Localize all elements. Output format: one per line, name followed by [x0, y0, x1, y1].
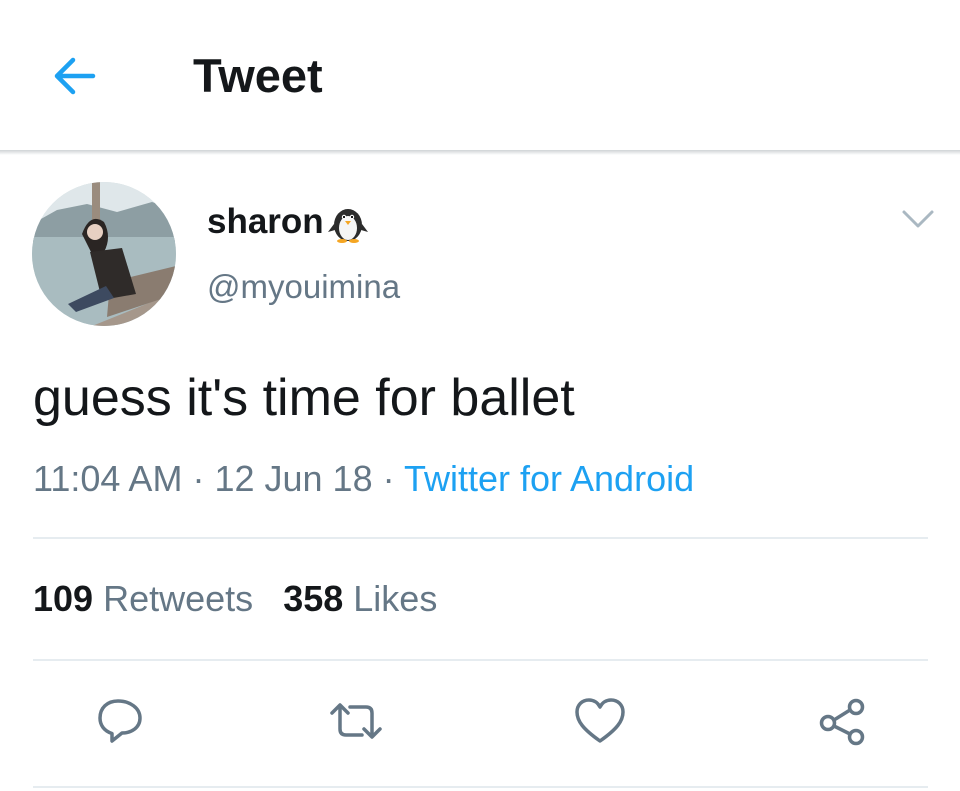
chevron-down-icon — [902, 210, 934, 228]
reply-button[interactable] — [92, 693, 148, 749]
reply-icon — [98, 699, 142, 743]
retweets-count: 109 — [33, 578, 94, 619]
likes-stat[interactable]: 358 Likes — [283, 578, 437, 619]
divider — [33, 786, 928, 788]
author-name-text: sharon — [207, 202, 324, 241]
tweet-text: guess it's time for ballet — [33, 369, 575, 427]
more-options-button[interactable] — [898, 204, 938, 234]
retweet-icon — [330, 703, 382, 739]
retweets-label: Retweets — [103, 578, 254, 619]
divider — [33, 537, 928, 539]
header-divider — [0, 150, 960, 155]
like-icon — [575, 698, 625, 743]
likes-label: Likes — [353, 578, 438, 619]
page-title: Tweet — [193, 49, 323, 102]
divider — [33, 659, 928, 661]
back-arrow-icon — [54, 57, 96, 95]
tweet-time: 11:04 AM — [33, 458, 183, 499]
meta-separator: · — [192, 458, 205, 499]
author-name[interactable]: sharon — [207, 200, 370, 244]
penguin-emoji — [327, 209, 368, 243]
author-handle[interactable]: @myouimina — [207, 268, 400, 306]
app-header: Tweet — [0, 0, 960, 150]
share-button[interactable] — [814, 693, 870, 749]
avatar[interactable] — [32, 182, 176, 326]
back-button[interactable] — [48, 50, 100, 102]
meta-separator: · — [382, 458, 395, 499]
tweet-meta: 11:04 AM · 12 Jun 18 · Twitter for Andro… — [33, 458, 694, 500]
tweet-stats: 109 Retweets 358 Likes — [33, 578, 437, 620]
avatar-photo — [32, 182, 176, 326]
retweet-button[interactable] — [328, 693, 384, 749]
like-button[interactable] — [572, 693, 628, 749]
share-icon — [819, 698, 865, 746]
tweet-date: 12 Jun 18 — [214, 458, 373, 499]
retweets-stat[interactable]: 109 Retweets — [33, 578, 253, 619]
tweet-source-link[interactable]: Twitter for Android — [404, 458, 694, 499]
likes-count: 358 — [283, 578, 344, 619]
